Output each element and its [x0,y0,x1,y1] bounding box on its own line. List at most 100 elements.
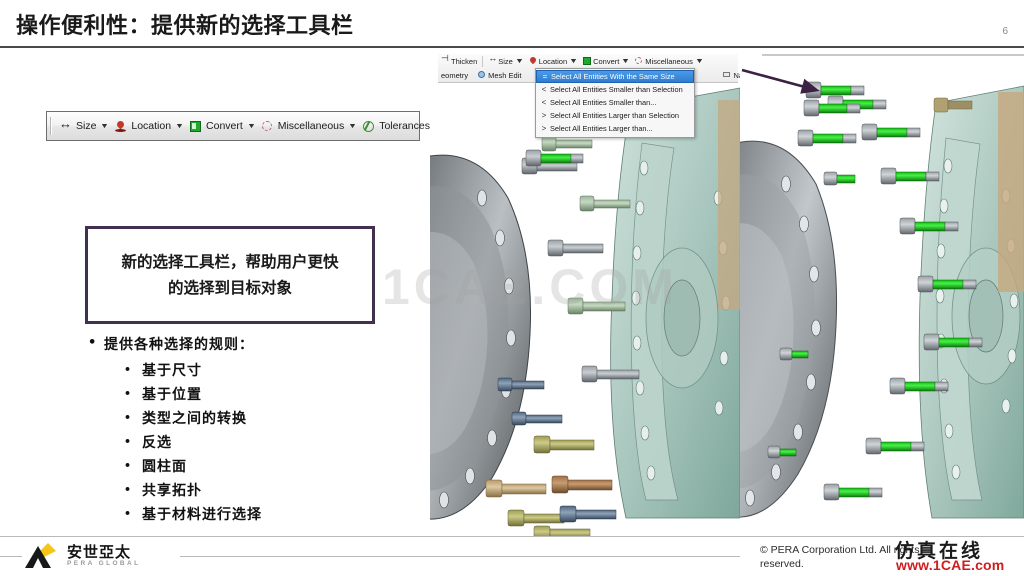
named-selection-icon [723,71,731,79]
toolbar-item-miscellaneous[interactable]: Miscellaneous ▼ [258,115,359,137]
resize-arrow-icon [488,53,497,65]
bullet-heading-label: 提供各种选择的规则： [104,337,254,353]
list-item: • 反选 [124,432,418,452]
logo-text-en: PERA GLOBAL [67,560,141,568]
list-item-label: 基于位置 [142,387,202,403]
list-item-label: 反选 [142,435,172,451]
toolbar-item-tolerances[interactable]: Tolerances [359,115,435,137]
list-item: • 圆柱面 [124,456,418,476]
toolbar-label-tolerances: Tolerances [379,120,430,132]
bullet-marker: • [88,335,97,350]
cad-image-after [740,48,1024,536]
footer-line-left [0,556,22,557]
watermark-url-text: www.1CAE.com [896,557,1005,573]
toolbar-grip[interactable] [50,117,52,135]
green-cube-icon [583,57,592,65]
menu-item-larger-than-selection[interactable]: > Select All Entities Larger than Select… [536,109,694,122]
map-pin-icon [529,57,537,65]
ribbon-button-thicken[interactable]: Thicken [438,53,480,68]
list-item-label: 基于尺寸 [142,363,202,379]
bullet-heading: • 提供各种选择的规则： [88,334,418,354]
ribbon-button-miscellaneous[interactable]: Miscellaneous ▼ [632,55,705,68]
chevron-down-icon[interactable]: ▼ [569,58,578,65]
annotation-arrow-icon [741,68,820,94]
callout-text: 新的选择工具栏，帮助用户更快 的选择到目标对象 [111,249,348,302]
menu-item-label: Select All Entities Larger than Selectio… [550,111,680,120]
cad-image-after-frame [762,54,1024,524]
ribbon-label-mesh-edit: Mesh Edit [488,70,522,80]
ribbon-button-size[interactable]: Size ▼ [485,53,526,68]
bullet-marker: • [124,483,132,496]
pera-logo-icon [22,541,62,571]
list-item-label: 共享拓扑 [142,483,202,499]
ribbon-button-convert[interactable]: Convert ▼ [580,55,632,68]
bullet-marker: • [124,363,132,376]
toolbar-label-convert: Convert [206,120,243,132]
less-than-icon: < [541,98,547,107]
ribbon-label-geometry: eometry [441,70,469,80]
mesh-icon [478,71,486,79]
chevron-down-icon[interactable]: ▼ [100,123,109,130]
list-item: • 基于位置 [124,384,418,404]
ribbon-button-geometry[interactable]: eometry [438,69,471,82]
toolbar-item-location[interactable]: Location ▼ [111,115,186,137]
list-item: • 类型之间的转换 [124,408,418,428]
equals-icon: = [542,72,548,81]
ribbon-label-thicken: Thicken [451,56,478,66]
chevron-down-icon[interactable]: ▼ [175,123,184,130]
ribbon-label-size: Size [498,56,513,66]
bullet-list: • 提供各种选择的规则： • 基于尺寸 • 基于位置 • 类型之间的转换 • 反… [88,334,418,528]
toolbar-item-convert[interactable]: Convert ▼ [186,115,258,137]
menu-item-smaller-than-selection[interactable]: < Select All Entities Smaller than Selec… [536,83,694,96]
bullet-marker: • [124,387,132,400]
slide-root: 操作便利性：提供新的选择工具栏 6 Size ▼ Location ▼ Conv… [0,0,1024,576]
callout-line-1: 新的选择工具栏，帮助用户更快 [121,251,339,271]
ribbon-label-miscellaneous: Miscellaneous [645,56,693,66]
resize-arrow-icon [59,116,72,133]
callout-line-2: 的选择到目标对象 [167,278,292,297]
dashed-circle-icon [261,120,274,133]
bullet-marker: • [124,507,132,520]
green-cube-icon [189,120,202,133]
brand-logo: 安世亞太 PERA GLOBAL [22,536,182,576]
ribbon-label-location: Location [538,56,568,66]
toolbar-label-size: Size [76,120,97,132]
bullet-marker: • [124,411,132,424]
selection-toolbar[interactable]: Size ▼ Location ▼ Convert ▼ Miscellaneou… [46,111,430,141]
toolbar-label-miscellaneous: Miscellaneous [277,120,345,132]
chevron-down-icon[interactable]: ▼ [621,58,630,65]
chevron-down-icon[interactable]: ▼ [247,123,256,130]
bullet-marker: • [124,435,132,448]
list-item-label: 圆柱面 [142,459,187,475]
chevron-down-icon[interactable]: ▼ [695,58,704,65]
greater-than-icon: > [541,124,547,133]
size-dropdown-menu[interactable]: = Select All Entities With the Same Size… [535,68,695,138]
list-item: • 基于尺寸 [124,360,418,380]
list-item-label: 基于材料进行选择 [142,507,262,523]
thicken-icon [441,53,449,65]
menu-item-label: Select All Entities Smaller than Selecti… [550,85,683,94]
ribbon-separator [482,55,484,67]
less-than-icon: < [541,85,547,94]
list-item-label: 类型之间的转换 [142,411,247,427]
map-pin-icon [114,120,127,133]
chevron-down-icon[interactable]: ▼ [515,58,524,65]
green-check-icon [362,120,375,133]
ribbon-label-convert: Convert [593,56,620,66]
ribbon-button-named[interactable]: Named [720,69,740,82]
ribbon-button-mesh-edit[interactable]: Mesh Edit [475,69,524,82]
toolbar-item-size[interactable]: Size ▼ [56,115,111,137]
logo-text-cn: 安世亞太 [67,543,132,561]
menu-item-same-size[interactable]: = Select All Entities With the Same Size [536,70,694,83]
page-number: 6 [1002,26,1008,37]
list-item: • 共享拓扑 [124,480,418,500]
menu-item-smaller-than[interactable]: < Select All Entities Smaller than... [536,96,694,109]
menu-item-label: Select All Entities Larger than... [550,124,653,133]
dashed-circle-icon [635,57,643,65]
menu-item-label: Select All Entities With the Same Size [551,72,675,81]
cad-ribbon-row-top[interactable]: Thicken Size ▼ Location ▼ [438,53,738,68]
menu-item-larger-than[interactable]: > Select All Entities Larger than... [536,122,694,135]
ribbon-button-location[interactable]: Location ▼ [526,55,580,68]
chevron-down-icon[interactable]: ▼ [348,123,357,130]
greater-than-icon: > [541,111,547,120]
